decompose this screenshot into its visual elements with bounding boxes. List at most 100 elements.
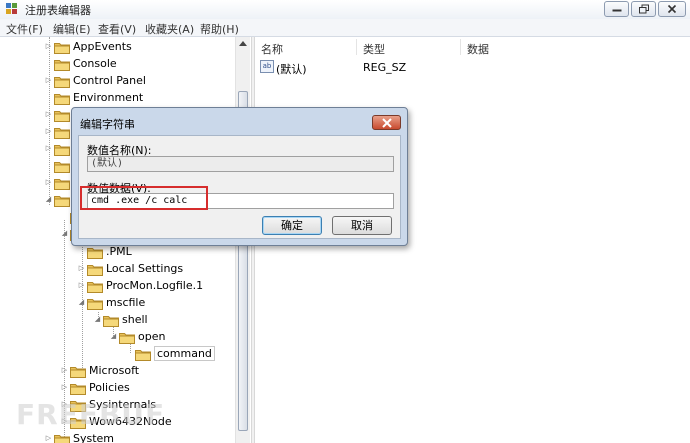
tree-node-label: Environment <box>73 91 144 104</box>
folder-icon <box>119 333 135 344</box>
tree-node[interactable]: ▷ Control Panel <box>44 73 235 90</box>
row-type: REG_SZ <box>363 61 407 74</box>
minimize-button[interactable] <box>604 1 629 17</box>
dialog-title: 编辑字符串 <box>80 118 135 131</box>
folder-icon <box>54 196 70 207</box>
tree-node-label: Policies <box>89 381 130 394</box>
folder-icon <box>54 179 70 190</box>
menu-favorites[interactable]: 收藏夹(A) <box>145 21 194 37</box>
expand-arrow-icon[interactable]: ◢ <box>93 315 102 324</box>
row-name[interactable]: (默认) <box>276 61 307 77</box>
folder-icon <box>54 43 70 54</box>
folder-icon <box>54 128 70 139</box>
maximize-button[interactable] <box>631 1 656 17</box>
expand-arrow-icon[interactable]: ▷ <box>44 76 53 85</box>
tree-node-label: command <box>154 346 215 361</box>
tree-node[interactable]: ▷ System <box>44 431 235 443</box>
title-bar: 注册表编辑器 <box>0 0 690 19</box>
expand-arrow-icon[interactable]: ▷ <box>44 110 53 119</box>
tree-node[interactable]: ▷ Policies <box>60 380 235 397</box>
tree-node-label: System <box>73 432 115 443</box>
menu-file[interactable]: 文件(F) <box>6 21 43 37</box>
menu-view[interactable]: 查看(V) <box>98 21 136 37</box>
edit-string-dialog: 编辑字符串 数值名称(N): (默认) 数值数据(V): cmd .exe /c… <box>71 107 408 246</box>
tree-node[interactable]: Environment <box>44 90 235 107</box>
scroll-up-arrow-icon[interactable] <box>239 41 247 46</box>
expand-arrow-icon[interactable]: ▷ <box>60 383 69 392</box>
expand-arrow-icon[interactable]: ◢ <box>77 298 86 307</box>
folder-icon <box>54 60 70 71</box>
window-title: 注册表编辑器 <box>25 4 91 17</box>
tree-node-label: AppEvents <box>73 40 132 53</box>
tree-node[interactable]: ▷ ProcMon.Logfile.1 <box>77 278 235 295</box>
expand-arrow-icon[interactable]: ◢ <box>60 229 69 238</box>
column-header-type[interactable]: 类型 <box>363 41 385 57</box>
tree-node[interactable]: Console <box>44 56 235 73</box>
close-icon <box>667 4 677 14</box>
tree-node-label: shell <box>122 313 148 326</box>
folder-icon <box>70 367 86 378</box>
value-name-field: (默认) <box>87 156 394 172</box>
folder-icon <box>70 384 86 395</box>
expand-arrow-icon[interactable]: ▷ <box>44 434 53 443</box>
menu-bar: 文件(F) 编辑(E) 查看(V) 收藏夹(A) 帮助(H) <box>0 19 690 37</box>
column-header-data[interactable]: 数据 <box>467 41 489 57</box>
expand-arrow-icon[interactable]: ▷ <box>44 127 53 136</box>
tree-node-label: Control Panel <box>73 74 146 87</box>
highlight-annotation <box>80 186 208 210</box>
folder-icon <box>87 265 103 276</box>
close-icon <box>382 118 392 128</box>
folder-icon <box>54 145 70 156</box>
expand-arrow-icon[interactable] <box>77 247 86 256</box>
expand-arrow-icon[interactable] <box>44 59 53 68</box>
tree-node-label: .PML <box>106 245 132 258</box>
tree-node[interactable]: .PML <box>77 244 235 261</box>
tree-node-label: mscfile <box>106 296 146 309</box>
folder-icon <box>87 299 103 310</box>
tree-node[interactable]: command <box>125 346 235 363</box>
expand-arrow-icon[interactable]: ◢ <box>109 332 118 341</box>
column-header-name[interactable]: 名称 <box>261 41 283 57</box>
expand-arrow-icon[interactable]: ▷ <box>60 366 69 375</box>
string-value-icon: ab <box>260 60 274 73</box>
ok-button[interactable]: 确定 <box>262 216 322 235</box>
expand-arrow-icon[interactable] <box>125 349 134 358</box>
tree-node[interactable]: ▷ AppEvents <box>44 39 235 56</box>
tree-node[interactable]: ◢ shell <box>93 312 235 329</box>
expand-arrow-icon[interactable]: ▷ <box>77 264 86 273</box>
cancel-button[interactable]: 取消 <box>332 216 392 235</box>
tree-node[interactable]: ▷ Microsoft <box>60 363 235 380</box>
menu-edit[interactable]: 编辑(E) <box>53 21 91 37</box>
folder-icon <box>135 350 151 361</box>
expand-arrow-icon[interactable] <box>44 93 53 102</box>
expand-arrow-icon[interactable]: ▷ <box>44 144 53 153</box>
folder-icon <box>87 248 103 259</box>
folder-icon <box>54 77 70 88</box>
minimize-icon <box>612 9 621 12</box>
tree-node-label: open <box>138 330 166 343</box>
tree-node-label: ProcMon.Logfile.1 <box>106 279 204 292</box>
tree-node-label: Console <box>73 57 117 70</box>
tree-node[interactable]: ▷ Local Settings <box>77 261 235 278</box>
folder-icon <box>54 162 70 173</box>
tree-node[interactable]: ◢ open <box>109 329 235 346</box>
folder-icon <box>54 94 70 105</box>
folder-icon <box>87 282 103 293</box>
expand-arrow-icon[interactable] <box>60 212 69 221</box>
folder-icon <box>54 435 70 443</box>
expand-arrow-icon[interactable]: ▷ <box>44 42 53 51</box>
folder-icon <box>103 316 119 327</box>
close-button[interactable] <box>658 1 686 17</box>
tree-node[interactable]: ◢ mscfile <box>77 295 235 312</box>
watermark: FREEBUF <box>16 398 166 431</box>
expand-arrow-icon[interactable]: ◢ <box>44 195 53 204</box>
expand-arrow-icon[interactable]: ▷ <box>44 178 53 187</box>
dialog-close-button[interactable] <box>372 115 401 130</box>
expand-arrow-icon[interactable]: ▷ <box>77 281 86 290</box>
tree-node-label: Local Settings <box>106 262 184 275</box>
expand-arrow-icon[interactable] <box>44 161 53 170</box>
registry-editor-icon <box>6 3 17 14</box>
restore-icon <box>638 4 649 14</box>
folder-icon <box>54 111 70 122</box>
menu-help[interactable]: 帮助(H) <box>200 21 239 37</box>
